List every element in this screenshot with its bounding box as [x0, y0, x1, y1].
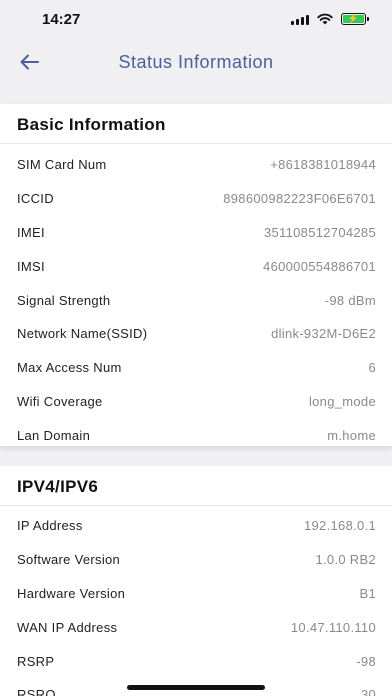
signal-icon [291, 14, 309, 25]
info-row-network-name: Network Name(SSID) dlink-932M-D6E2 [0, 317, 392, 351]
row-value: -98 dBm [324, 292, 376, 308]
basic-information-card: Basic Information SIM Card Num +86183810… [0, 104, 392, 446]
info-row-signal-strength: Signal Strength -98 dBm [0, 283, 392, 317]
row-value: 6 [368, 360, 376, 376]
info-row-wan-ip-address: WAN IP Address 10.47.110.110 [0, 610, 392, 644]
row-label: Wifi Coverage [17, 393, 103, 409]
info-row-ip-address: IP Address 192.168.0.1 [0, 509, 392, 543]
row-label: IMEI [17, 224, 45, 240]
row-label: Hardware Version [17, 585, 126, 601]
row-label: ICCID [17, 191, 54, 207]
info-row-sim-card-num: SIM Card Num +8618381018944 [0, 148, 392, 182]
row-label: Max Access Num [17, 360, 122, 376]
row-value: 351108512704285 [264, 224, 376, 240]
wifi-icon [317, 13, 333, 25]
row-value: 192.168.0.1 [304, 518, 376, 534]
row-value: dlink-932M-D6E2 [271, 326, 376, 342]
row-value: 460000554886701 [263, 258, 376, 274]
ipv4-ipv6-list: IP Address 192.168.0.1 Software Version … [0, 506, 392, 696]
info-row-max-access-num: Max Access Num 6 [0, 351, 392, 385]
row-value: B1 [359, 585, 376, 601]
row-label: WAN IP Address [17, 619, 118, 635]
row-label: IMSI [17, 258, 45, 274]
row-label: SIM Card Num [17, 157, 107, 173]
info-row-iccid: ICCID 898600982223F06E6701 [0, 182, 392, 216]
row-label: Lan Domain [17, 427, 91, 443]
section-title-ipv4-ipv6: IPV4/IPV6 [0, 466, 392, 506]
row-label: RSRQ [17, 687, 56, 696]
status-time: 14:27 [42, 11, 81, 28]
section-title-basic-information: Basic Information [0, 104, 392, 144]
info-row-rsrp: RSRP -98 [0, 644, 392, 678]
info-row-software-version: Software Version 1.0.0 RB2 [0, 543, 392, 577]
info-row-imei: IMEI 351108512704285 [0, 216, 392, 250]
ipv4-ipv6-card: IPV4/IPV6 IP Address 192.168.0.1 Softwar… [0, 466, 392, 696]
row-value: m.home [327, 427, 376, 443]
info-row-lan-domain: Lan Domain m.home [0, 418, 392, 452]
battery-charging-icon: ⚡ [341, 13, 369, 25]
row-value: 898600982223F06E6701 [223, 191, 376, 207]
row-value: 1.0.0 RB2 [315, 552, 376, 568]
info-row-imsi: IMSI 460000554886701 [0, 249, 392, 283]
navigation-bar: Status Information [0, 40, 392, 102]
row-value: 30 [360, 687, 376, 696]
home-indicator[interactable] [127, 685, 265, 690]
row-value: long_mode [308, 393, 376, 409]
row-label: Software Version [17, 552, 121, 568]
basic-information-list: SIM Card Num +8618381018944 ICCID 898600… [0, 144, 392, 452]
row-label: IP Address [17, 518, 83, 534]
status-icons: ⚡ [291, 13, 369, 25]
battery-fill: ⚡ [343, 14, 364, 23]
row-label: Signal Strength [17, 292, 111, 308]
row-label: RSRP [17, 653, 55, 669]
row-label: Network Name(SSID) [17, 326, 148, 342]
row-value: -98 [356, 653, 376, 669]
page-title: Status Information [118, 52, 274, 72]
info-row-hardware-version: Hardware Version B1 [0, 577, 392, 611]
info-row-wifi-coverage: Wifi Coverage long_mode [0, 385, 392, 419]
status-bar: 14:27 ⚡ [0, 0, 392, 40]
row-value: +8618381018944 [270, 157, 376, 173]
row-value: 10.47.110.110 [290, 619, 376, 635]
